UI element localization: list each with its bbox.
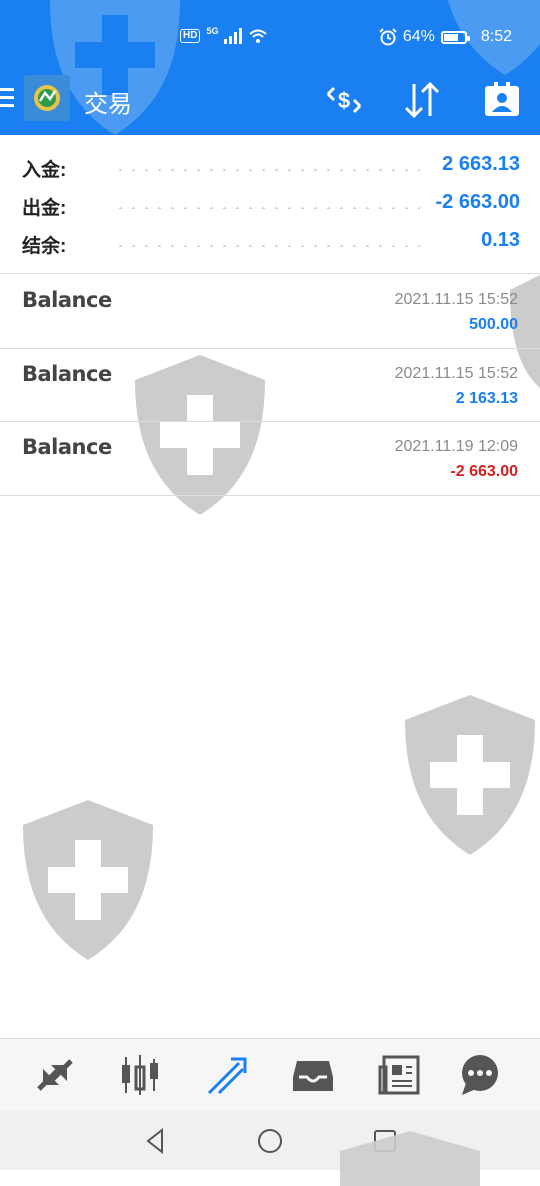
entry-type: Balance [22, 362, 112, 386]
watermark-shield-icon [340, 1131, 480, 1186]
entry-amount: -2 663.00 [450, 463, 518, 480]
balance-row: 结余: 0.13 [22, 225, 520, 261]
watermark-shield-icon [405, 695, 535, 855]
app-bar: 交易 $ [0, 70, 540, 130]
top-app-bar: HD 5G 64% 8:52 交易 $ [0, 0, 540, 135]
entry-time: 2021.11.15 15:52 [394, 291, 518, 308]
dotted-leader [114, 207, 420, 209]
home-icon[interactable] [255, 1126, 285, 1156]
deposit-value: 2 663.13 [442, 153, 520, 175]
svg-text:$: $ [338, 88, 350, 113]
quotes-icon[interactable] [33, 1053, 77, 1097]
battery-icon [440, 30, 470, 44]
divider [0, 495, 540, 496]
wifi-icon [249, 29, 268, 43]
entry-amount: 500.00 [469, 316, 518, 333]
summary-panel: 入金: 2 663.13 出金: -2 663.00 结余: 0.13 [0, 135, 540, 273]
dotted-leader [114, 169, 420, 171]
contact-card-icon[interactable] [482, 80, 522, 120]
exchange-dollar-icon[interactable]: $ [324, 80, 364, 120]
clock: 8:52 [480, 28, 512, 45]
watermark-shield-icon [23, 800, 153, 960]
entry-type: Balance [22, 435, 112, 459]
list-item[interactable]: Balance 2021.11.15 15:52 500.00 [0, 274, 540, 348]
withdraw-value: -2 663.00 [435, 191, 520, 213]
history-inbox-icon[interactable] [291, 1053, 335, 1097]
entry-amount: 2 163.13 [455, 390, 518, 407]
system-nav-bar [0, 1111, 540, 1186]
list-item[interactable]: Balance 2021.11.19 12:09 -2 663.00 [0, 421, 540, 495]
dotted-leader [114, 245, 420, 247]
balance-label: 结余: [22, 236, 67, 257]
balance-value: 0.13 [481, 229, 520, 251]
entry-time: 2021.11.19 12:09 [394, 438, 518, 455]
bottom-nav [0, 1038, 540, 1112]
page-title: 交易 [84, 91, 132, 118]
entry-time: 2021.11.15 15:52 [394, 365, 518, 382]
menu-icon[interactable] [0, 88, 16, 110]
trade-icon[interactable] [205, 1053, 249, 1097]
deposit-row: 入金: 2 663.13 [22, 149, 520, 185]
network-type: 5G [206, 26, 219, 36]
hd-badge: HD [180, 29, 201, 43]
battery-percent: 64% [402, 28, 435, 45]
withdraw-row: 出金: -2 663.00 [22, 187, 520, 223]
app-logo [24, 75, 70, 121]
chart-candles-icon[interactable] [118, 1053, 162, 1097]
alarm-icon [379, 28, 397, 46]
signal-icon [224, 28, 243, 44]
status-bar: HD 5G 64% 8:52 [0, 24, 540, 56]
entry-type: Balance [22, 288, 112, 312]
chat-icon[interactable] [458, 1053, 502, 1097]
deposit-label: 入金: [22, 160, 67, 181]
sort-arrows-icon[interactable] [402, 80, 442, 120]
list-item[interactable]: Balance 2021.11.15 15:52 2 163.13 [0, 348, 540, 422]
news-icon[interactable] [378, 1053, 422, 1097]
back-icon[interactable] [140, 1126, 170, 1156]
withdraw-label: 出金: [22, 198, 67, 219]
